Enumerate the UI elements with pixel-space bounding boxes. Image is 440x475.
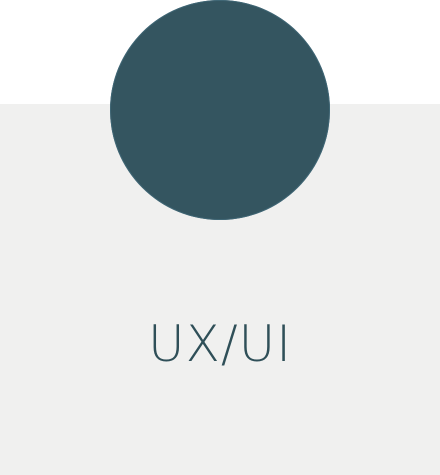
card-title: UX/UI (147, 315, 293, 373)
service-card[interactable]: UX/UI (0, 0, 440, 475)
service-circle-icon (110, 0, 330, 220)
